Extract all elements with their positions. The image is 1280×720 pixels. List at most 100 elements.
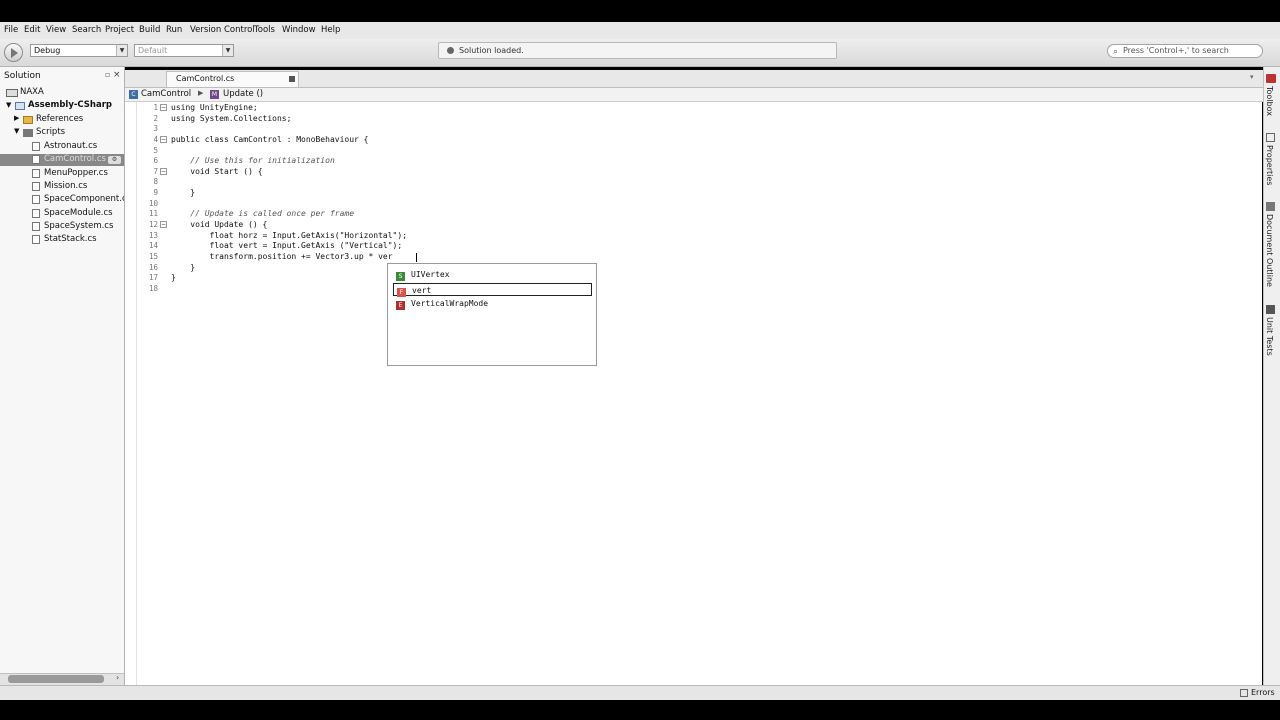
line-number: 17	[148, 273, 158, 282]
code-comment: // Use this for initialization	[171, 156, 335, 165]
completion-item-vert[interactable]: Fvert	[393, 283, 592, 297]
file-icon	[32, 182, 40, 191]
close-icon[interactable]: ×	[113, 70, 121, 80]
menu-edit[interactable]: Edit	[24, 25, 40, 35]
solution-pad-header: Solution ▫ ×	[0, 70, 124, 84]
menu-view[interactable]: View	[46, 25, 66, 35]
breadcrumb-method[interactable]: Update ()	[223, 89, 263, 99]
method-icon: M	[210, 90, 219, 99]
menu-run[interactable]: Run	[166, 25, 182, 35]
file-item[interactable]: SpaceModule.cs	[44, 208, 113, 218]
menu-tools[interactable]: Tools	[254, 25, 275, 35]
folder-icon	[23, 129, 33, 137]
fold-marker-icon[interactable]: −	[160, 221, 167, 228]
expand-icon[interactable]: ▼	[6, 101, 11, 109]
scroll-right-icon[interactable]: ›	[116, 673, 119, 682]
gear-icon[interactable]: ⚙	[108, 156, 121, 164]
code-line: public class CamControl : MonoBehaviour …	[171, 135, 369, 144]
code-comment: // Update is called once per frame	[171, 209, 355, 218]
chevron-down-icon: ▼	[222, 45, 233, 56]
properties-icon	[1266, 133, 1275, 142]
menu-build[interactable]: Build	[139, 25, 160, 35]
menu-window[interactable]: Window	[282, 25, 316, 35]
line-number: 1	[153, 103, 158, 112]
fold-marker-icon[interactable]: −	[160, 104, 167, 111]
errors-pad-button[interactable]: Errors	[1251, 688, 1275, 697]
completion-list[interactable]: S UIVertex Fvert E VerticalWrapMode	[387, 263, 597, 366]
document-outline-pad-tab[interactable]: Document Outline	[1265, 214, 1274, 287]
tab-list-icon[interactable]: ▾	[1250, 73, 1254, 81]
line-number: 16	[148, 263, 158, 272]
completion-label: UIVertex	[411, 270, 450, 279]
code-line: }	[171, 273, 176, 282]
completion-item-verticalwrapmode[interactable]: E VerticalWrapMode	[396, 297, 592, 310]
menu-file[interactable]: File	[4, 25, 18, 35]
line-number: 13	[148, 231, 158, 240]
errors-icon	[1240, 689, 1248, 697]
close-tab-icon[interactable]	[289, 76, 295, 82]
solution-root[interactable]: NAXA	[20, 87, 44, 97]
run-button[interactable]	[4, 43, 23, 62]
scripts-folder-node[interactable]: Scripts	[36, 127, 65, 137]
menu-project[interactable]: Project	[105, 25, 134, 35]
field-icon: F	[397, 288, 406, 297]
code-line: void Start () {	[171, 167, 263, 176]
toolbox-pad-tab[interactable]: Toolbox	[1265, 86, 1274, 116]
editor-gutter	[125, 102, 137, 685]
code-line: }	[171, 263, 196, 272]
project-icon	[15, 102, 25, 110]
menu-help[interactable]: Help	[321, 25, 340, 35]
struct-icon: S	[396, 272, 405, 281]
collapse-icon[interactable]: ▶	[14, 114, 19, 122]
file-icon	[32, 235, 40, 244]
breadcrumb-class[interactable]: CamControl	[141, 89, 191, 99]
tab-camcontrol[interactable]: CamControl.cs	[166, 71, 299, 87]
toolbox-icon	[1266, 74, 1276, 83]
pin-icon[interactable]: ▫	[105, 70, 110, 79]
breadcrumb-separator-icon: ▶	[198, 89, 204, 97]
line-number: 7	[153, 167, 158, 176]
search-input[interactable]: ⌕ Press 'Control+,' to search	[1107, 44, 1263, 58]
project-node[interactable]: Assembly-CSharp	[28, 100, 112, 110]
status-area: Solution loaded.	[438, 42, 837, 59]
completion-item-uivertex[interactable]: S UIVertex	[396, 268, 592, 281]
solution-icon	[6, 89, 18, 97]
file-item[interactable]: SpaceComponent.cs	[44, 194, 124, 204]
unit-tests-pad-tab[interactable]: Unit Tests	[1265, 317, 1274, 356]
text-cursor	[416, 253, 417, 262]
menu-search[interactable]: Search	[72, 25, 101, 35]
line-number: 12	[148, 220, 158, 229]
properties-pad-tab[interactable]: Properties	[1265, 145, 1274, 185]
references-node[interactable]: References	[36, 114, 83, 124]
file-icon	[32, 169, 40, 178]
fold-marker-icon[interactable]: −	[160, 168, 167, 175]
file-item[interactable]: MenuPopper.cs	[44, 168, 108, 178]
fold-marker-icon[interactable]: −	[160, 136, 167, 143]
file-item[interactable]: Mission.cs	[44, 181, 87, 191]
file-item[interactable]: StatStack.cs	[44, 234, 97, 244]
file-item[interactable]: SpaceSystem.cs	[44, 221, 113, 231]
bottom-black-bar	[0, 700, 1280, 720]
chevron-down-icon: ▼	[116, 45, 127, 56]
menu-version-control[interactable]: Version Control	[190, 25, 255, 35]
configuration-select[interactable]: Debug ▼	[30, 44, 128, 57]
code-editor[interactable]	[125, 102, 1262, 685]
play-icon	[11, 48, 18, 58]
line-number: 18	[148, 284, 158, 293]
info-icon	[447, 47, 454, 54]
file-item[interactable]: Astronaut.cs	[44, 141, 97, 151]
solution-pad-title: Solution	[4, 71, 41, 81]
line-number: 9	[153, 188, 158, 197]
status-text: Solution loaded.	[459, 46, 524, 55]
unit-tests-icon	[1266, 305, 1275, 314]
code-line: using UnityEngine;	[171, 103, 258, 112]
document-outline-icon	[1266, 202, 1275, 211]
scrollbar-thumb[interactable]	[8, 675, 104, 683]
file-item-selected[interactable]: CamControl.cs	[44, 154, 106, 164]
file-icon	[32, 155, 40, 164]
enum-icon: E	[396, 301, 405, 310]
line-number: 4	[153, 135, 158, 144]
platform-select[interactable]: Default ▼	[134, 44, 234, 57]
expand-icon[interactable]: ▼	[14, 127, 19, 135]
line-number: 3	[153, 124, 158, 133]
